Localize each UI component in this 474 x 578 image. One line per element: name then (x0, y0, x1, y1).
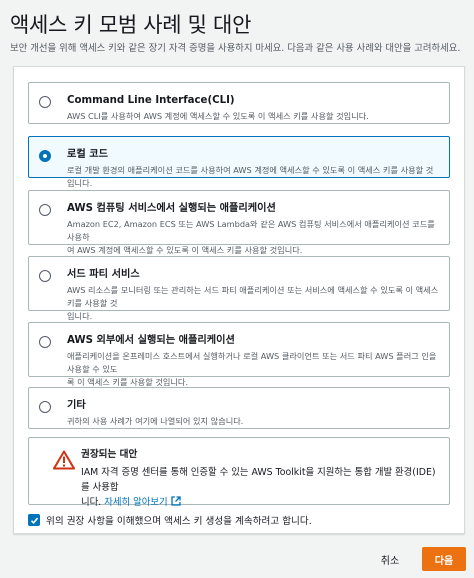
option-title: 기타 (67, 400, 86, 411)
option-description: AWS CLI를 사용하여 AWS 계정에 액세스할 수 있도록 이 액세스 키… (67, 111, 369, 121)
alert-body-line: 니다. 자세히 알아보기 (81, 495, 439, 510)
page-title: 액세스 키 모범 사례 및 대안 (10, 13, 252, 37)
external-link-icon[interactable] (170, 496, 181, 506)
alert-body-prefix: 니다. (81, 497, 105, 508)
cancel-button[interactable]: 취소 (370, 548, 410, 570)
checkmark-icon (30, 517, 38, 524)
option-description: 로컬 개발 환경의 애플리케이션 코드를 사용하여 AWS 계정에 액세스할 수… (67, 165, 434, 188)
next-button[interactable]: 다음 (422, 547, 466, 571)
description-line: Amazon EC2, Amazon ECS 또는 AWS Lambda와 같은… (67, 219, 435, 242)
description-line: AWS 리소스를 모니터링 또는 관리하는 서드 파티 애플리케이션 또는 서비… (67, 285, 439, 308)
option-description: 귀하의 사용 사례가 여기에 나열되어 있지 않습니다. (67, 416, 244, 426)
option-other[interactable]: 기타 귀하의 사용 사례가 여기에 나열되어 있지 않습니다. (28, 387, 450, 429)
option-local-code[interactable]: 로컬 코드 로컬 개발 환경의 애플리케이션 코드를 사용하여 AWS 계정에 … (28, 136, 450, 188)
page-subtitle: 보안 개선을 위해 액세스 키와 같은 장기 자격 증명을 사용하지 마세요. … (10, 43, 461, 54)
use-case-panel: Command Line Interface(CLI) AWS CLI를 사용하… (13, 66, 465, 534)
option-cli[interactable]: Command Line Interface(CLI) AWS CLI를 사용하… (28, 82, 450, 124)
radio-button[interactable] (39, 401, 51, 413)
option-title: Command Line Interface(CLI) (67, 95, 235, 106)
description-line: 애플리케이션을 온프레미스 호스트에서 실행하거나 로컬 AWS 클라이언트 또… (67, 351, 437, 374)
radio-button[interactable] (39, 96, 51, 108)
alert-title: 권장되는 대안 (81, 449, 138, 460)
option-description: AWS 리소스를 모니터링 또는 관리하는 서드 파티 애플리케이션 또는 서비… (67, 284, 439, 323)
option-aws-compute[interactable]: AWS 컴퓨팅 서비스에서 실행되는 애플리케이션 Amazon EC2, Am… (28, 190, 450, 255)
radio-button[interactable] (39, 270, 51, 282)
warning-icon (53, 450, 75, 470)
radio-button[interactable] (39, 336, 51, 348)
option-title: 서드 파티 서비스 (67, 269, 140, 280)
option-description: 애플리케이션을 온프레미스 호스트에서 실행하거나 로컬 AWS 클라이언트 또… (67, 350, 439, 389)
option-outside-aws[interactable]: AWS 외부에서 실행되는 애플리케이션 애플리케이션을 온프레미스 호스트에서… (28, 322, 450, 387)
learn-more-link[interactable]: 자세히 알아보기 (104, 497, 167, 508)
alert-body-line: IAM 자격 증명 센터를 통해 인증할 수 있는 AWS Toolkit을 지… (81, 467, 436, 493)
option-title: AWS 컴퓨팅 서비스에서 실행되는 애플리케이션 (67, 203, 276, 214)
radio-button[interactable] (39, 204, 51, 216)
confirm-label: 위의 권장 사항을 이해했으며 액세스 키 생성을 계속하려고 합니다. (46, 516, 312, 527)
option-description: Amazon EC2, Amazon ECS 또는 AWS Lambda와 같은… (67, 218, 439, 257)
option-title: AWS 외부에서 실행되는 애플리케이션 (67, 335, 235, 346)
option-third-party[interactable]: 서드 파티 서비스 AWS 리소스를 모니터링 또는 관리하는 서드 파티 애플… (28, 256, 450, 321)
radio-button-selected[interactable] (39, 150, 51, 162)
option-title: 로컬 코드 (67, 149, 109, 160)
confirm-checkbox[interactable] (28, 514, 40, 526)
alert-body: IAM 자격 증명 센터를 통해 인증할 수 있는 AWS Toolkit을 지… (81, 465, 439, 510)
recommended-alternative-alert: 권장되는 대안 IAM 자격 증명 센터를 통해 인증할 수 있는 AWS To… (28, 437, 450, 508)
confirm-checkbox-row[interactable]: 위의 권장 사항을 이해했으며 액세스 키 생성을 계속하려고 합니다. (28, 513, 312, 527)
